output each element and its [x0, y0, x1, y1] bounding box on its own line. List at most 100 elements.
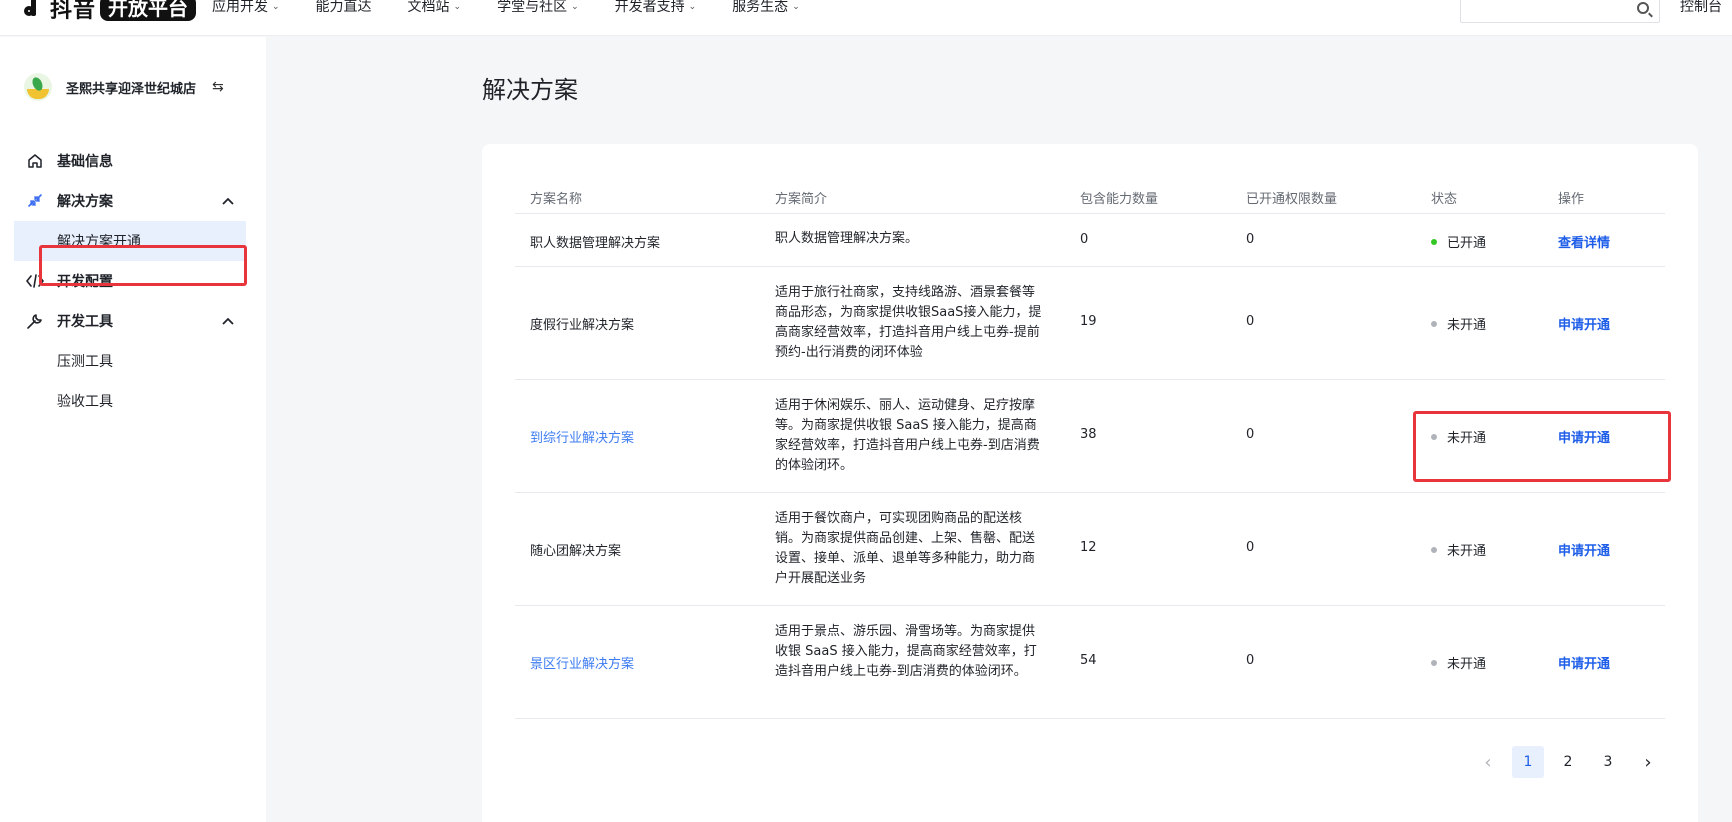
sidebar-item-label: 开发工具	[57, 314, 113, 330]
col-header-status: 状态	[1431, 192, 1458, 207]
table-row: 到综行业解决方案 适用于休闲娱乐、丽人、运动健身、足疗按摩等。为商家提供收银 S…	[515, 380, 1665, 493]
status-dot	[1431, 433, 1437, 440]
sidebar-item-basic-info[interactable]: 基础信息	[0, 141, 266, 181]
table-row: 随心团解决方案 适用于餐饮商户，可实现团购商品的配送核销。为商家提供商品创建、上…	[515, 493, 1665, 606]
table-row: 职人数据管理解决方案 职人数据管理解决方案。 0 0 已开通 查看详情	[515, 214, 1665, 267]
nav-label: 文档站	[407, 0, 450, 15]
home-icon	[26, 152, 44, 170]
chevron-down-icon: ⌄	[571, 2, 579, 12]
status-badge: 未开通	[1431, 314, 1486, 333]
ability-count: 54	[1080, 653, 1097, 668]
chevron-down-icon: ⌄	[272, 2, 280, 12]
solution-name: 随心团解决方案	[530, 544, 622, 559]
search-icon[interactable]	[1637, 2, 1649, 14]
ability-count: 0	[1080, 232, 1089, 247]
search-input[interactable]	[1460, 0, 1660, 23]
nav-ability[interactable]: 能力直达	[316, 0, 372, 14]
sidebar-item-label: 验收工具	[57, 394, 113, 410]
status-badge: 未开通	[1431, 540, 1486, 559]
apply-button[interactable]: 申请开通	[1558, 540, 1610, 559]
pagination: ‹ 1 2 3 ›	[1472, 746, 1672, 778]
status-text: 已开通	[1447, 236, 1487, 251]
switch-icon[interactable]: ⇆	[212, 79, 224, 95]
chevron-up-icon[interactable]	[222, 194, 234, 208]
col-header-abilities: 包含能力数量	[1080, 192, 1159, 207]
logo-badge: 开放平台	[100, 0, 197, 21]
nav-docs[interactable]: 文档站 ⌄	[408, 0, 462, 14]
status-text: 未开通	[1447, 431, 1487, 446]
status-text: 未开通	[1447, 318, 1487, 333]
chevron-down-icon: ⌄	[453, 2, 462, 12]
status-dot	[1431, 238, 1437, 245]
granted-count: 0	[1246, 232, 1255, 247]
apply-button[interactable]: 申请开通	[1558, 314, 1610, 333]
solution-desc: 适用于餐饮商户，可实现团购商品的配送核销。为商家提供商品创建、上架、售罄、配送设…	[775, 511, 1036, 586]
nav-ecosystem[interactable]: 服务生态 ⌄	[732, 0, 800, 14]
nav-dev-support[interactable]: 开发者支持 ⌄	[615, 0, 697, 14]
solution-desc: 适用于休闲娱乐、丽人、运动健身、足疗按摩等。为商家提供收银 SaaS 接入能力，…	[775, 398, 1040, 473]
sidebar-item-label: 开发配置	[57, 274, 113, 290]
sidebar-item-label: 基础信息	[57, 154, 113, 170]
solution-name: 职人数据管理解决方案	[530, 236, 661, 251]
page-2[interactable]: 2	[1552, 746, 1584, 778]
solution-desc: 职人数据管理解决方案。	[775, 231, 919, 246]
sidebar-item-label: 解决方案开通	[57, 234, 141, 250]
status-badge: 未开通	[1431, 653, 1486, 672]
logo[interactable]: 抖音 开放平台	[24, 0, 197, 23]
sidebar-item-load-test[interactable]: 压测工具	[0, 341, 266, 381]
sidebar-item-label: 压测工具	[57, 354, 113, 370]
apply-button[interactable]: 申请开通	[1558, 427, 1610, 446]
wrench-icon	[26, 312, 44, 330]
solution-icon	[26, 192, 44, 210]
sidebar-item-dev-config[interactable]: 开发配置	[0, 261, 266, 301]
nav-label: 应用开发	[212, 0, 268, 15]
logo-text: 抖音	[50, 0, 97, 23]
page-3[interactable]: 3	[1592, 746, 1624, 778]
top-navbar: 抖音 开放平台 应用开发 ⌄ 能力直达 文档站 ⌄ 学堂与社区 ⌄ 开发者支持 ⌄ 服务…	[0, 0, 1732, 36]
ability-count: 12	[1080, 540, 1097, 555]
store-name: 圣熙共享迎泽世纪城店	[66, 81, 197, 97]
page-1[interactable]: 1	[1512, 746, 1544, 778]
view-details-link[interactable]: 查看详情	[1558, 232, 1610, 251]
sidebar-item-dev-tools[interactable]: 开发工具	[0, 301, 266, 341]
col-header-desc: 方案简介	[775, 192, 828, 207]
status-badge: 已开通	[1431, 232, 1486, 251]
col-header-granted: 已开通权限数量	[1246, 192, 1338, 207]
table-row: 景区行业解决方案 适用于景点、游乐园、滑雪场等。为商家提供收银 SaaS 接入能…	[515, 606, 1665, 719]
status-badge: 未开通	[1431, 427, 1486, 446]
console-link[interactable]: 控制台	[1680, 0, 1722, 14]
store-switcher[interactable]: 圣熙共享迎泽世纪城店 ⇆	[24, 73, 224, 101]
chevron-left-icon[interactable]: ‹	[1472, 746, 1504, 778]
sidebar-item-solutions[interactable]: 解决方案	[0, 181, 266, 221]
chevron-down-icon: ⌄	[792, 2, 800, 12]
nav-app-dev[interactable]: 应用开发 ⌄	[212, 0, 280, 14]
solution-name-link[interactable]: 到综行业解决方案	[530, 427, 634, 446]
col-header-name: 方案名称	[530, 192, 583, 207]
sidebar-item-acceptance[interactable]: 验收工具	[0, 381, 266, 421]
apply-button[interactable]: 申请开通	[1558, 653, 1610, 672]
solutions-table: 方案名称 方案简介 包含能力数量 已开通权限数量 状态 操作 职人数据管理解决方…	[515, 180, 1665, 719]
page-title: 解决方案	[482, 76, 578, 104]
status-dot	[1431, 320, 1437, 327]
sidebar-item-solution-open[interactable]: 解决方案开通	[14, 221, 246, 261]
granted-count: 0	[1246, 314, 1255, 329]
granted-count: 0	[1246, 540, 1255, 555]
nav-label: 学堂与社区	[497, 0, 568, 15]
code-icon	[26, 272, 44, 290]
chevron-up-icon[interactable]	[222, 314, 234, 328]
sidebar: 圣熙共享迎泽世纪城店 ⇆ 基础信息 解决方案 解决方案开通 开发配置 开发工具 …	[0, 37, 266, 822]
status-text: 未开通	[1447, 544, 1487, 559]
nav-label: 开发者支持	[614, 0, 685, 15]
status-text: 未开通	[1447, 657, 1487, 672]
sidebar-item-label: 解决方案	[57, 194, 113, 210]
solutions-card: 方案名称 方案简介 包含能力数量 已开通权限数量 状态 操作 职人数据管理解决方…	[482, 144, 1698, 822]
table-row: 度假行业解决方案 适用于旅行社商家，支持线路游、酒景套餐等商品形态，为商家提供收…	[515, 267, 1665, 380]
chevron-right-icon[interactable]: ›	[1632, 746, 1664, 778]
status-dot	[1431, 659, 1437, 666]
nav-community[interactable]: 学堂与社区 ⌄	[497, 0, 579, 14]
solution-name-link[interactable]: 景区行业解决方案	[530, 653, 634, 672]
solution-desc: 适用于景点、游乐园、滑雪场等。为商家提供收银 SaaS 接入能力，提高商家经营效…	[775, 624, 1037, 679]
store-avatar	[24, 73, 52, 101]
chevron-down-icon: ⌄	[688, 2, 697, 12]
main-nav: 应用开发 ⌄ 能力直达 文档站 ⌄ 学堂与社区 ⌄ 开发者支持 ⌄ 服务生态 ⌄	[212, 0, 836, 14]
